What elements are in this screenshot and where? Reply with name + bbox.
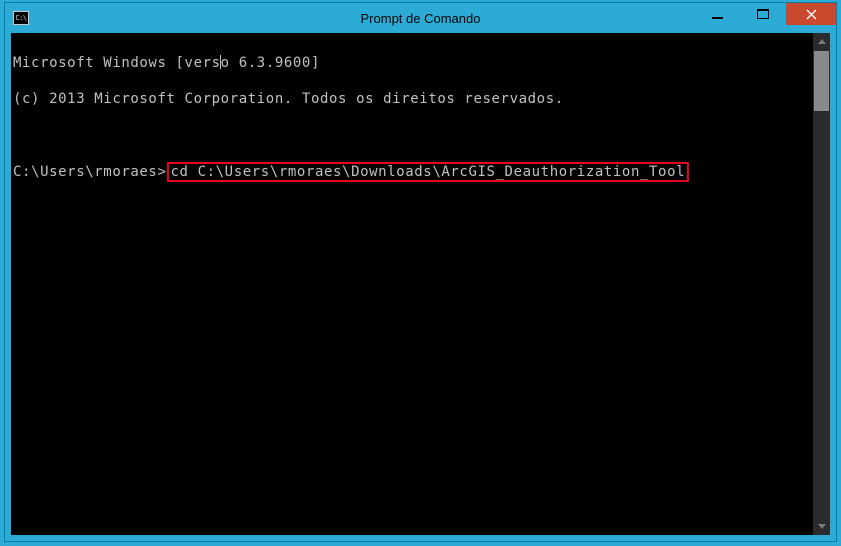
output-line [13, 126, 810, 144]
maximize-button[interactable] [740, 3, 786, 25]
close-button[interactable] [786, 3, 836, 25]
command-text: cd C:\Users\rmoraes\Downloads\ArcGIS_Dea… [171, 164, 686, 180]
close-icon [806, 9, 817, 20]
minimize-icon [712, 9, 723, 20]
command-prompt-window: C:\ Prompt de Comando Microsoft Windows … [4, 2, 837, 542]
output-line: Microsoft Windows [verso 6.3.9600] [13, 53, 810, 72]
terminal-output[interactable]: Microsoft Windows [verso 6.3.9600] (c) 2… [11, 33, 812, 535]
prompt-text: C:\Users\rmoraes> [13, 164, 167, 180]
chevron-down-icon [818, 524, 826, 529]
vertical-scrollbar[interactable] [813, 33, 830, 535]
output-text: o 6.3.9600] [221, 55, 320, 71]
scroll-down-button[interactable] [813, 518, 830, 535]
window-controls [694, 3, 836, 25]
titlebar[interactable]: C:\ Prompt de Comando [5, 3, 836, 33]
scroll-up-button[interactable] [813, 33, 830, 50]
prompt-line: C:\Users\rmoraes>cd C:\Users\rmoraes\Dow… [13, 162, 810, 182]
output-text: Microsoft Windows [vers [13, 55, 221, 71]
minimize-button[interactable] [694, 3, 740, 25]
chevron-up-icon [818, 39, 826, 44]
maximize-icon [757, 9, 769, 20]
text-cursor [220, 55, 221, 69]
terminal-client-area: Microsoft Windows [verso 6.3.9600] (c) 2… [11, 33, 830, 535]
app-icon: C:\ [13, 11, 29, 25]
output-line: (c) 2013 Microsoft Corporation. Todos os… [13, 90, 810, 108]
command-highlight: cd C:\Users\rmoraes\Downloads\ArcGIS_Dea… [167, 162, 690, 182]
scroll-thumb[interactable] [814, 51, 829, 111]
app-icon-glyph: C:\ [15, 15, 26, 22]
